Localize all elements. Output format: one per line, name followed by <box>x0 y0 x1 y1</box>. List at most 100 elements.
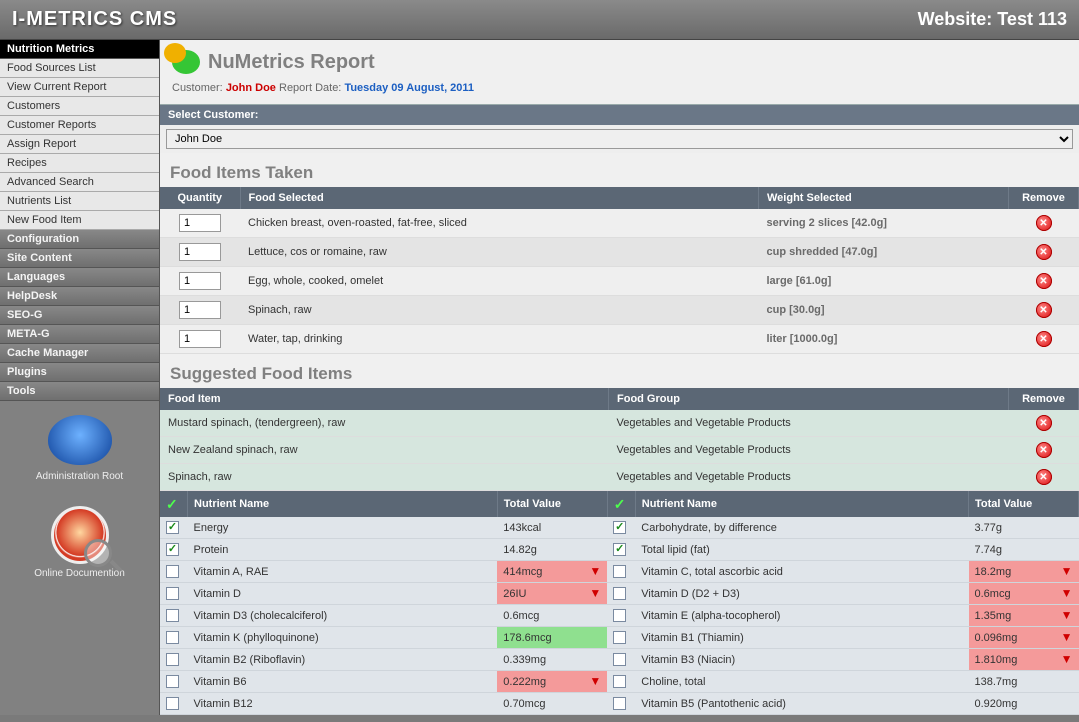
nutrient-checkbox[interactable] <box>613 609 626 622</box>
nutrient-value-cell: 0.920mg <box>969 693 1079 715</box>
nutrient-value-cell: 0.222mg▼ <box>497 671 607 693</box>
sidebar-item[interactable]: New Food Item <box>0 211 159 230</box>
table-row: Vitamin B2 (Riboflavin)0.339mgVitamin B3… <box>160 649 1079 671</box>
th-weight-selected: Weight Selected <box>759 187 1009 209</box>
remove-button[interactable]: ✕ <box>1036 273 1052 289</box>
nutrient-checkbox[interactable] <box>166 543 179 556</box>
remove-button[interactable]: ✕ <box>1036 244 1052 260</box>
page-title: NuMetrics Report <box>208 51 375 74</box>
nutrient-name-cell: Carbohydrate, by difference <box>635 517 968 539</box>
select-customer-dropdown[interactable]: John Doe <box>166 129 1073 149</box>
nutrient-value-cell: 14.82g <box>497 539 607 561</box>
table-row: Vitamin K (phylloquinone)178.6mcgVitamin… <box>160 627 1079 649</box>
sidebar-section[interactable]: HelpDesk <box>0 287 159 306</box>
quantity-input[interactable] <box>179 214 221 232</box>
arrow-down-icon: ▼ <box>1061 654 1073 664</box>
sidebar-item[interactable]: Food Sources List <box>0 59 159 78</box>
weight-selected-cell: cup shredded [47.0g] <box>759 238 1009 267</box>
nutrient-checkbox[interactable] <box>613 631 626 644</box>
quantity-input[interactable] <box>179 272 221 290</box>
nutrient-checkbox[interactable] <box>166 697 179 710</box>
food-selected-cell: Lettuce, cos or romaine, raw <box>240 238 759 267</box>
th-total-value-left: Total Value <box>497 491 607 517</box>
nutrient-value-cell: 0.096mg▼ <box>969 627 1079 649</box>
nutrient-value-cell: 26IU▼ <box>497 583 607 605</box>
sidebar-item[interactable]: Customers <box>0 97 159 116</box>
nutrient-checkbox[interactable] <box>613 697 626 710</box>
sidebar-section[interactable]: Cache Manager <box>0 344 159 363</box>
sidebar-online-doc[interactable]: Online Documention <box>0 492 159 589</box>
meta-date-label: Report Date: <box>279 82 341 94</box>
nutrient-value-cell: 178.6mcg <box>497 627 607 649</box>
remove-button[interactable]: ✕ <box>1036 331 1052 347</box>
nutrient-checkbox[interactable] <box>613 521 626 534</box>
sidebar-section[interactable]: SEO-G <box>0 306 159 325</box>
nav-nutrition-metrics[interactable]: Nutrition Metrics <box>0 40 159 59</box>
nutrient-name-cell: Total lipid (fat) <box>635 539 968 561</box>
nutrient-value-cell: 0.70mcg <box>497 693 607 715</box>
table-row: Vitamin D26IU▼Vitamin D (D2 + D3)0.6mcg▼ <box>160 583 1079 605</box>
food-group-cell: Vegetables and Vegetable Products <box>609 410 1009 437</box>
app-title: I-METRICS CMS <box>12 8 177 31</box>
page-header: NuMetrics Report Customer: John Doe Repo… <box>160 40 1079 104</box>
sidebar-item[interactable]: Nutrients List <box>0 192 159 211</box>
nutrient-checkbox[interactable] <box>166 609 179 622</box>
remove-button[interactable]: ✕ <box>1036 215 1052 231</box>
sidebar-item[interactable]: Recipes <box>0 154 159 173</box>
quantity-input[interactable] <box>179 243 221 261</box>
quantity-input[interactable] <box>179 330 221 348</box>
nutrient-checkbox[interactable] <box>166 587 179 600</box>
nutrient-name-cell: Protein <box>188 539 498 561</box>
sidebar-section[interactable]: Languages <box>0 268 159 287</box>
nutrient-checkbox[interactable] <box>613 675 626 688</box>
check-all-left-icon[interactable]: ✓ <box>166 496 181 511</box>
nutrient-checkbox[interactable] <box>166 675 179 688</box>
foods-table: Quantity Food Selected Weight Selected R… <box>160 187 1079 354</box>
sidebar: Nutrition Metrics Food Sources ListView … <box>0 40 160 715</box>
sidebar-admin-root[interactable]: Administration Root <box>0 401 159 492</box>
sidebar-item[interactable]: Assign Report <box>0 135 159 154</box>
sidebar-section[interactable]: Tools <box>0 382 159 401</box>
nutrient-checkbox[interactable] <box>166 521 179 534</box>
remove-button[interactable]: ✕ <box>1036 469 1052 485</box>
nutrient-value-cell: 414mcg▼ <box>497 561 607 583</box>
nutrient-checkbox[interactable] <box>166 653 179 666</box>
table-row: Vitamin A, RAE414mcg▼Vitamin C, total as… <box>160 561 1079 583</box>
power-icon <box>48 415 112 465</box>
nutrient-checkbox[interactable] <box>166 631 179 644</box>
th-food-item: Food Item <box>160 388 609 410</box>
sidebar-section[interactable]: Plugins <box>0 363 159 382</box>
sidebar-item[interactable]: View Current Report <box>0 78 159 97</box>
sidebar-section[interactable]: META-G <box>0 325 159 344</box>
select-customer-label: Select Customer: <box>160 104 1079 125</box>
nutrient-checkbox[interactable] <box>613 587 626 600</box>
sidebar-item[interactable]: Advanced Search <box>0 173 159 192</box>
nutrient-name-cell: Vitamin K (phylloquinone) <box>188 627 498 649</box>
remove-button[interactable]: ✕ <box>1036 302 1052 318</box>
nutrient-checkbox[interactable] <box>613 565 626 578</box>
sidebar-item[interactable]: Customer Reports <box>0 116 159 135</box>
th-nutrient-name-left: Nutrient Name <box>188 491 498 517</box>
nutrient-name-cell: Vitamin B12 <box>188 693 498 715</box>
table-row: Chicken breast, oven-roasted, fat-free, … <box>160 209 1079 238</box>
sidebar-section[interactable]: Configuration <box>0 230 159 249</box>
sidebar-section[interactable]: Site Content <box>0 249 159 268</box>
food-item-cell: Mustard spinach, (tendergreen), raw <box>160 410 609 437</box>
food-item-cell: Spinach, raw <box>160 464 609 491</box>
section-suggested-title: Suggested Food Items <box>160 354 1079 388</box>
sidebar-admin-root-label: Administration Root <box>4 471 155 482</box>
table-row: Water, tap, drinkingliter [1000.0g]✕ <box>160 325 1079 354</box>
nutrient-value-cell: 0.6mcg▼ <box>969 583 1079 605</box>
table-row: Spinach, rawcup [30.0g]✕ <box>160 296 1079 325</box>
nutrient-checkbox[interactable] <box>613 653 626 666</box>
remove-button[interactable]: ✕ <box>1036 415 1052 431</box>
check-all-right-icon[interactable]: ✓ <box>614 496 629 511</box>
remove-button[interactable]: ✕ <box>1036 442 1052 458</box>
nutrient-value-cell: 0.6mcg <box>497 605 607 627</box>
table-row: New Zealand spinach, rawVegetables and V… <box>160 437 1079 464</box>
nutrient-checkbox[interactable] <box>166 565 179 578</box>
quantity-input[interactable] <box>179 301 221 319</box>
food-group-cell: Vegetables and Vegetable Products <box>609 437 1009 464</box>
table-row: Egg, whole, cooked, omeletlarge [61.0g]✕ <box>160 267 1079 296</box>
nutrient-checkbox[interactable] <box>613 543 626 556</box>
